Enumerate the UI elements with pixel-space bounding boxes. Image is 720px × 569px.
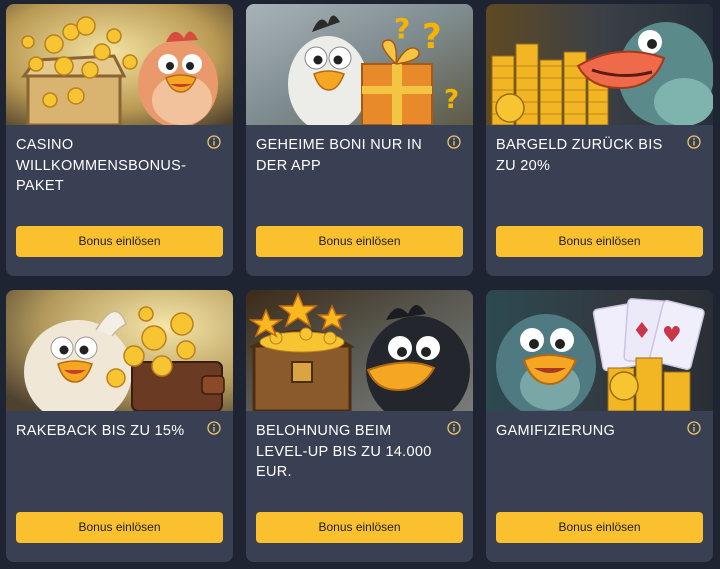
bonus-card-gamification: ♦ ♥ GAMIFIZIERUNG Bonus einlösen bbox=[486, 290, 713, 562]
svg-text:?: ? bbox=[394, 12, 410, 45]
chicken-with-treasure-chest-illustration bbox=[6, 4, 233, 125]
info-icon[interactable] bbox=[687, 135, 701, 149]
redeem-bonus-button[interactable]: Bonus einlösen bbox=[16, 226, 223, 257]
card-title: GAMIFIZIERUNG bbox=[496, 423, 616, 439]
crow-with-treasure-chest-and-stars-illustration bbox=[246, 290, 473, 411]
card-title: BARGELD ZURÜCK BIS ZU 20% bbox=[496, 137, 663, 174]
card-title: CASINO WILLKOMMENSBONUS-PAKET bbox=[16, 137, 187, 194]
chicken-with-wallet-and-coins-illustration bbox=[6, 290, 233, 411]
bonus-card-grid: CASINO WILLKOMMENSBONUS-PAKET Bonus einl… bbox=[0, 0, 720, 569]
svg-text:♥: ♥ bbox=[662, 323, 682, 348]
card-title: BELOHNUNG BEIM LEVEL-UP BIS ZU 14.000 EU… bbox=[256, 423, 432, 480]
bonus-card-app-exclusive: ? ? ? GEHEIME BONI NUR IN DER APP Bonus … bbox=[246, 4, 473, 276]
bonus-card-rakeback: RAKEBACK BIS ZU 15% Bonus einlösen bbox=[6, 290, 233, 562]
card-title: GEHEIME BONI NUR IN DER APP bbox=[256, 137, 423, 174]
bird-with-playing-cards-and-coins-illustration: ♦ ♥ bbox=[486, 290, 713, 411]
info-icon[interactable] bbox=[447, 421, 461, 435]
info-icon[interactable] bbox=[687, 421, 701, 435]
bonus-card-welcome: CASINO WILLKOMMENSBONUS-PAKET Bonus einl… bbox=[6, 4, 233, 276]
info-icon[interactable] bbox=[207, 421, 221, 435]
redeem-bonus-button[interactable]: Bonus einlösen bbox=[16, 512, 223, 543]
bonus-card-level-up: BELOHNUNG BEIM LEVEL-UP BIS ZU 14.000 EU… bbox=[246, 290, 473, 562]
bonus-card-cashback: BARGELD ZURÜCK BIS ZU 20% Bonus einlösen bbox=[486, 4, 713, 276]
info-icon[interactable] bbox=[207, 135, 221, 149]
svg-text:♦: ♦ bbox=[632, 319, 652, 344]
redeem-bonus-button[interactable]: Bonus einlösen bbox=[256, 226, 463, 257]
svg-text:?: ? bbox=[422, 17, 442, 57]
bird-with-gift-box-and-question-marks-illustration: ? ? ? bbox=[246, 4, 473, 125]
bird-with-coin-stacks-illustration bbox=[486, 4, 713, 125]
info-icon[interactable] bbox=[447, 135, 461, 149]
redeem-bonus-button[interactable]: Bonus einlösen bbox=[496, 512, 703, 543]
redeem-bonus-button[interactable]: Bonus einlösen bbox=[496, 226, 703, 257]
card-title: RAKEBACK BIS ZU 15% bbox=[16, 423, 185, 439]
svg-text:?: ? bbox=[444, 85, 459, 115]
redeem-bonus-button[interactable]: Bonus einlösen bbox=[256, 512, 463, 543]
